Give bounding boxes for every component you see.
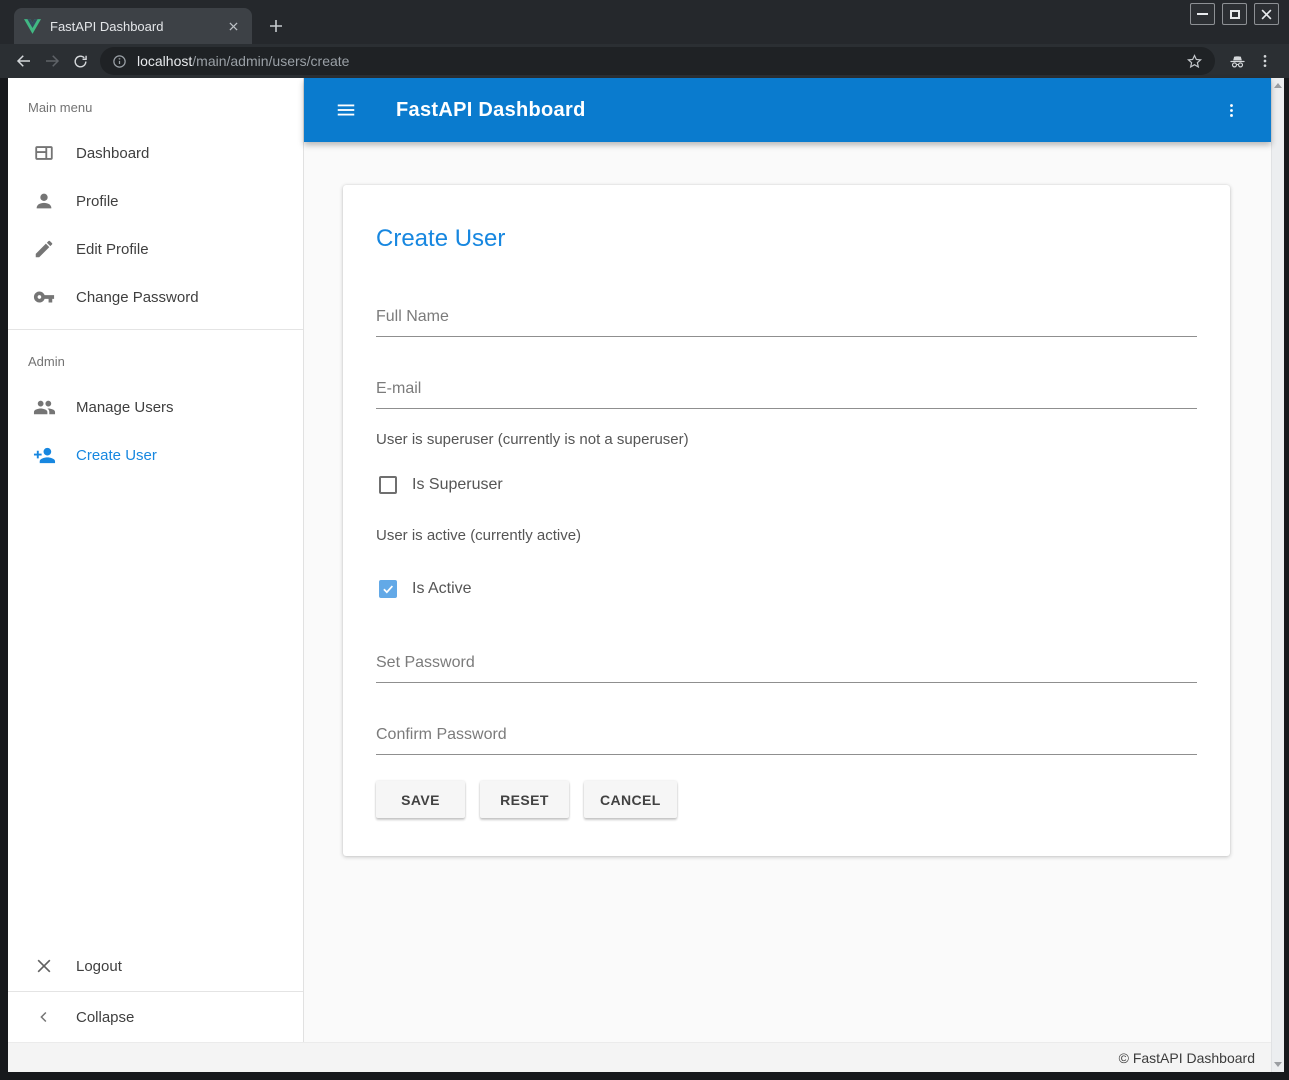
is-superuser-checkbox-row[interactable]: Is Superuser (376, 473, 1197, 497)
browser-tab-bar: FastAPI Dashboard (0, 0, 1289, 44)
sidebar-item-label: Profile (76, 193, 119, 210)
create-user-card: Create User User is superuser (currently… (343, 185, 1230, 856)
page: Main menu Dashboard Profile (8, 78, 1284, 1072)
sidebar-item-label: Collapse (76, 1009, 134, 1026)
site-info-icon[interactable] (112, 54, 127, 69)
sidebar-item-label: Manage Users (76, 399, 174, 416)
tab-title: FastAPI Dashboard (50, 19, 224, 34)
scroll-down-icon[interactable] (1274, 1062, 1282, 1067)
page-footer: © FastAPI Dashboard (8, 1042, 1271, 1072)
bookmark-star-icon[interactable] (1186, 53, 1203, 70)
vue-logo-icon (24, 19, 41, 34)
sidebar-item-create-user[interactable]: Create User (8, 431, 303, 479)
active-helper-text: User is active (currently active) (376, 527, 1197, 545)
person-add-icon (32, 443, 56, 467)
superuser-helper-text: User is superuser (currently is not a su… (376, 431, 1197, 449)
minimize-button[interactable] (1190, 3, 1215, 25)
pencil-icon (32, 237, 56, 261)
sidebar-item-logout[interactable]: Logout (8, 941, 303, 991)
chevron-left-icon (32, 1005, 56, 1029)
sidebar: Main menu Dashboard Profile (8, 78, 304, 1042)
email-input[interactable] (376, 373, 1197, 409)
is-active-checkbox[interactable] (379, 580, 397, 598)
person-icon (32, 189, 56, 213)
app-menu-icon[interactable] (1213, 92, 1249, 128)
browser-tab[interactable]: FastAPI Dashboard (14, 8, 252, 44)
set-password-input[interactable] (376, 647, 1197, 683)
sidebar-divider (8, 329, 303, 330)
sidebar-item-dashboard[interactable]: Dashboard (8, 129, 303, 177)
check-icon (381, 582, 395, 596)
close-window-button[interactable] (1254, 3, 1279, 25)
set-password-field (376, 647, 1197, 683)
scroll-up-icon[interactable] (1274, 83, 1282, 88)
sidebar-item-label: Change Password (76, 289, 199, 306)
browser-menu-icon[interactable] (1251, 47, 1279, 75)
sidebar-item-manage-users[interactable]: Manage Users (8, 383, 303, 431)
content-area: Create User User is superuser (currently… (304, 142, 1271, 1042)
vertical-scrollbar[interactable] (1271, 78, 1284, 1072)
back-icon[interactable] (10, 47, 38, 75)
full-name-field (376, 301, 1197, 337)
sidebar-item-edit-profile[interactable]: Edit Profile (8, 225, 303, 273)
url-bar[interactable]: localhost/main/admin/users/create (100, 47, 1215, 75)
new-tab-button[interactable] (262, 12, 290, 40)
confirm-password-input[interactable] (376, 719, 1197, 755)
url-text[interactable]: localhost/main/admin/users/create (137, 53, 1186, 69)
incognito-icon (1223, 47, 1251, 75)
full-name-input[interactable] (376, 301, 1197, 337)
sidebar-item-collapse[interactable]: Collapse (8, 992, 303, 1042)
browser-toolbar: localhost/main/admin/users/create (0, 44, 1289, 78)
sidebar-item-change-password[interactable]: Change Password (8, 273, 303, 321)
form-buttons: SAVE RESET CANCEL (376, 781, 1197, 818)
sidebar-section-admin: Admin (8, 338, 303, 383)
dashboard-icon (32, 141, 56, 165)
key-icon (32, 285, 56, 309)
hamburger-menu-icon[interactable] (328, 92, 364, 128)
is-active-checkbox-row[interactable]: Is Active (376, 577, 1197, 601)
url-path: /main/admin/users/create (192, 53, 349, 69)
app-toolbar: FastAPI Dashboard (304, 78, 1271, 142)
sidebar-item-label: Dashboard (76, 145, 149, 162)
page-title: Create User (376, 225, 1197, 253)
main-area: FastAPI Dashboard Create User (304, 78, 1271, 1042)
checkbox-label: Is Active (412, 580, 472, 598)
reset-button[interactable]: RESET (480, 781, 569, 818)
sidebar-item-label: Logout (76, 958, 122, 975)
app-title: FastAPI Dashboard (396, 99, 586, 122)
close-icon (32, 954, 56, 978)
tab-close-icon[interactable] (224, 17, 242, 35)
url-host: localhost (137, 53, 192, 69)
save-button[interactable]: SAVE (376, 781, 465, 818)
copyright-text: © FastAPI Dashboard (1119, 1050, 1255, 1066)
reload-icon[interactable] (66, 47, 94, 75)
people-icon (32, 395, 56, 419)
window-controls (1190, 3, 1279, 25)
sidebar-item-profile[interactable]: Profile (8, 177, 303, 225)
maximize-button[interactable] (1222, 3, 1247, 25)
email-field (376, 373, 1197, 409)
checkbox-label: Is Superuser (412, 476, 503, 494)
sidebar-section-main-menu: Main menu (8, 78, 303, 129)
forward-icon[interactable] (38, 47, 66, 75)
sidebar-item-label: Create User (76, 447, 157, 464)
sidebar-item-label: Edit Profile (76, 241, 149, 258)
confirm-password-field (376, 719, 1197, 755)
cancel-button[interactable]: CANCEL (584, 781, 677, 818)
is-superuser-checkbox[interactable] (379, 476, 397, 494)
